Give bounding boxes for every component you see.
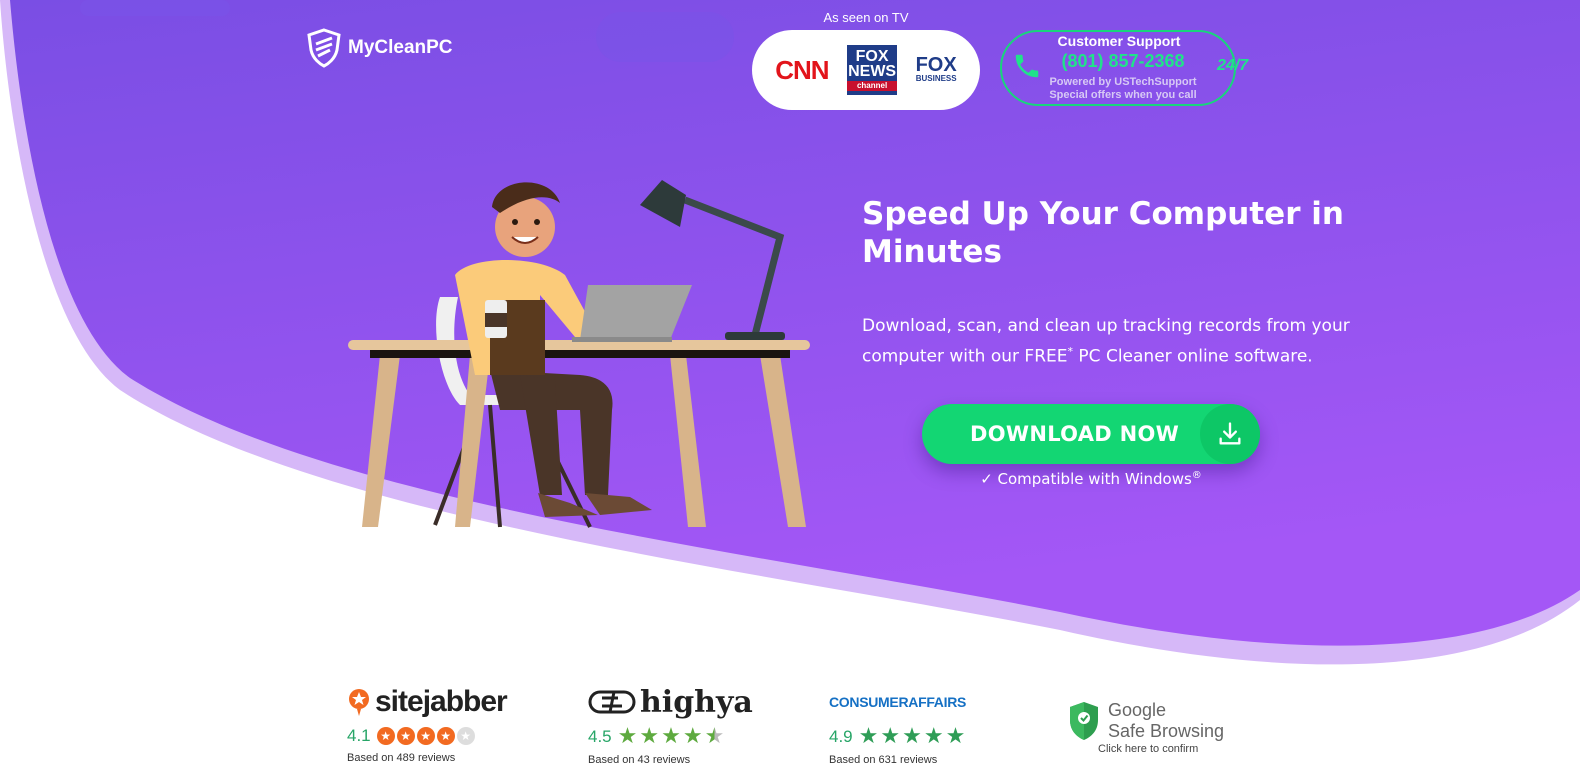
star-icon: ★ xyxy=(436,727,455,745)
star-icon: ★ xyxy=(945,724,966,749)
highya-logo-text: highya xyxy=(640,684,753,720)
star-icon: ★ xyxy=(923,724,944,749)
google-safe-browsing-badge[interactable]: Google Safe Browsing Click here to confi… xyxy=(1068,700,1248,755)
star-icon: ★ xyxy=(880,724,901,749)
safe-browsing-label: Safe Browsing xyxy=(1108,721,1225,741)
hero-description: Download, scan, and clean up tracking re… xyxy=(862,316,1350,367)
consumeraffairs-based-on: Based on 631 reviews xyxy=(829,754,938,766)
sitejabber-logo-text: sitejabber xyxy=(375,685,508,718)
sitejabber-rating: 4.1 xyxy=(347,726,371,745)
windows-compatibility-note: ✓ Compatible with Windows® xyxy=(980,470,1202,488)
download-now-label: DOWNLOAD NOW xyxy=(970,422,1180,446)
consumeraffairs-stars: ★ ★ ★ ★ ★ xyxy=(859,726,966,748)
tv-logos-pill: CNN FOX NEWS channel FOX BUSINESS xyxy=(752,30,980,110)
support-availability: 24/7 xyxy=(1217,57,1249,74)
star-half-icon: ★ xyxy=(704,724,725,749)
shield-check-icon xyxy=(1070,702,1098,740)
consumeraffairs-review[interactable]: CONSUMERAFFAIRS 4.9 ★ ★ ★ ★ ★ Based on 6… xyxy=(829,684,1029,766)
star-icon: ★ xyxy=(617,724,638,749)
star-icon: ★ xyxy=(661,724,681,749)
download-icon xyxy=(1200,404,1260,464)
highya-review[interactable]: highya 4.5 ★ ★ ★ ★ ★ Based on 43 reviews xyxy=(588,684,788,767)
person-at-desk-illustration xyxy=(348,180,810,528)
google-label: Google xyxy=(1108,700,1167,720)
support-powered-by: Powered by USTechSupport xyxy=(1049,76,1197,88)
shield-logo-icon xyxy=(307,28,341,68)
brand-name: MyCleanPC xyxy=(348,37,453,58)
consumeraffairs-rating: 4.9 xyxy=(829,727,853,746)
star-icon: ★ xyxy=(639,724,660,749)
star-icon: ★ xyxy=(396,727,415,745)
consumeraffairs-logo-text: CONSUMERAFFAIRS xyxy=(829,694,967,710)
star-empty-icon: ★ xyxy=(456,727,475,745)
highya-rating: 4.5 xyxy=(588,727,612,746)
support-title: Customer Support xyxy=(1057,33,1181,49)
highya-based-on: Based on 43 reviews xyxy=(588,754,691,766)
star-icon: ★ xyxy=(416,727,435,745)
sitejabber-stars: ★ ★ ★ ★ ★ xyxy=(376,727,475,745)
download-now-button[interactable]: DOWNLOAD NOW xyxy=(922,404,1260,464)
support-phone-link[interactable]: (801) 857-2368 xyxy=(1040,51,1206,72)
star-icon: ★ xyxy=(902,724,922,749)
fox-business-logo: FOX BUSINESS xyxy=(915,54,957,83)
click-to-confirm-link[interactable]: Click here to confirm xyxy=(1098,743,1248,755)
star-icon: ★ xyxy=(376,727,395,745)
hero-headline: Speed Up Your Computer in Minutes xyxy=(862,196,1344,270)
as-seen-on-tv-label: As seen on TV xyxy=(823,10,909,25)
support-offers: Special offers when you call xyxy=(1049,89,1197,101)
sitejabber-based-on: Based on 489 reviews xyxy=(347,752,456,764)
star-icon: ★ xyxy=(682,724,703,749)
sitejabber-icon xyxy=(349,689,369,716)
star-icon: ★ xyxy=(858,724,879,749)
highya-icon xyxy=(588,690,636,714)
brand-logo[interactable]: MyCleanPC xyxy=(306,28,453,68)
phone-icon xyxy=(1015,54,1039,78)
highya-stars: ★ ★ ★ ★ ★ xyxy=(618,726,725,748)
sitejabber-review[interactable]: sitejabber 4.1 ★ ★ ★ ★ ★ Based on 489 re… xyxy=(347,684,547,764)
cnn-logo: CNN xyxy=(775,54,829,85)
fox-news-logo: FOX NEWS channel xyxy=(847,45,898,95)
